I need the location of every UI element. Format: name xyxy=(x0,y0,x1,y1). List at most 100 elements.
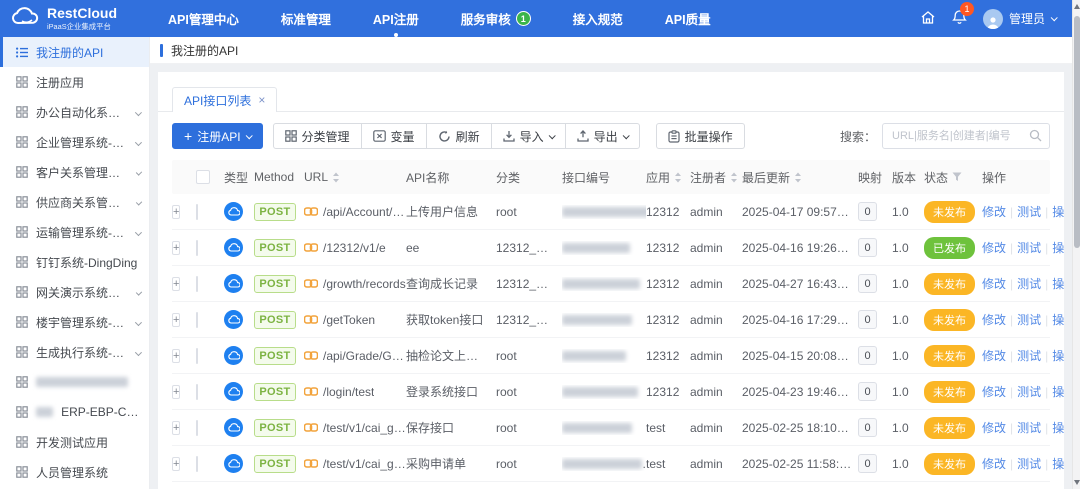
sidebar-item-12[interactable]: ERP-EBP-CRM xyxy=(0,397,149,427)
sidebar-item-6[interactable]: 运输管理系统-TMS xyxy=(0,217,149,247)
toolbar-button-6[interactable]: 批量操作 xyxy=(656,123,745,149)
more-actions-link[interactable]: 操作 xyxy=(1052,203,1064,220)
row-checkbox[interactable] xyxy=(196,276,198,292)
more-actions-link[interactable]: 操作 xyxy=(1052,419,1064,436)
edit-link[interactable]: 修改 xyxy=(982,455,1006,472)
search-input[interactable] xyxy=(882,123,1050,149)
column-header-7[interactable]: 注册者 xyxy=(690,169,742,186)
row-expand-button[interactable]: + xyxy=(172,205,180,219)
edit-link[interactable]: 修改 xyxy=(982,419,1006,436)
sort-icon[interactable] xyxy=(730,172,738,183)
test-link[interactable]: 测试 xyxy=(1017,419,1041,436)
row-url[interactable]: /api/Grade/GetSp… xyxy=(323,349,406,363)
nav-item-1[interactable]: 标准管理 xyxy=(281,9,331,28)
row-expand-button[interactable]: + xyxy=(172,385,180,399)
tab-api-list[interactable]: API接口列表 × xyxy=(172,87,277,112)
row-checkbox[interactable] xyxy=(196,312,198,328)
row-checkbox[interactable] xyxy=(196,240,198,256)
column-header-8[interactable]: 最后更新 xyxy=(742,169,858,186)
sidebar-item-11[interactable] xyxy=(0,367,149,397)
sidebar-item-2[interactable]: 办公自动化系统-OA xyxy=(0,97,149,127)
sidebar-item-10[interactable]: 生成执行系统-MES xyxy=(0,337,149,367)
sidebar-item-0[interactable]: 我注册的API xyxy=(0,37,149,67)
tab-close-icon[interactable]: × xyxy=(258,93,265,107)
nav-item-5[interactable]: API质量 xyxy=(665,9,711,28)
toolbar-button-4[interactable]: 导入 xyxy=(491,123,566,149)
more-actions-link[interactable]: 操作 xyxy=(1052,239,1064,256)
row-expand-button[interactable]: + xyxy=(172,421,180,435)
row-expand-button[interactable]: + xyxy=(172,349,180,363)
sidebar-item-14[interactable]: 人员管理系统 xyxy=(0,457,149,487)
row-checkbox[interactable] xyxy=(196,420,198,436)
more-actions-link[interactable]: 操作 xyxy=(1052,311,1064,328)
test-link[interactable]: 测试 xyxy=(1017,455,1041,472)
search-icon[interactable] xyxy=(1029,129,1042,145)
sidebar-item-8[interactable]: 网关演示系统（正常演… xyxy=(0,277,149,307)
test-link[interactable]: 测试 xyxy=(1017,239,1041,256)
sidebar-item-5[interactable]: 供应商关系管理-SRM xyxy=(0,187,149,217)
edit-link[interactable]: 修改 xyxy=(982,239,1006,256)
row-url[interactable]: /12312/v1/e xyxy=(323,241,386,255)
toolbar-button-0[interactable]: +注册API xyxy=(172,123,263,149)
nav-item-2[interactable]: API注册 xyxy=(373,9,419,28)
column-header-6[interactable]: 应用 xyxy=(646,169,690,186)
sidebar-item-9[interactable]: 楼宇管理系统-BMS xyxy=(0,307,149,337)
row-checkbox[interactable] xyxy=(196,348,198,364)
row-url[interactable]: /growth/records xyxy=(323,277,406,291)
sort-icon[interactable] xyxy=(794,172,802,183)
row-url[interactable]: /getToken xyxy=(323,313,375,327)
row-url[interactable]: /login/test xyxy=(323,385,374,399)
row-checkbox[interactable] xyxy=(196,204,198,220)
test-link[interactable]: 测试 xyxy=(1017,275,1041,292)
row-expand-button[interactable]: + xyxy=(172,241,180,255)
test-link[interactable]: 测试 xyxy=(1017,203,1041,220)
more-actions-link[interactable]: 操作 xyxy=(1052,275,1064,292)
edit-link[interactable]: 修改 xyxy=(982,311,1006,328)
sidebar-item-4[interactable]: 客户关系管理系统-CRM xyxy=(0,157,149,187)
test-link[interactable]: 测试 xyxy=(1017,311,1041,328)
row-checkbox[interactable] xyxy=(196,384,198,400)
row-checkbox[interactable] xyxy=(196,456,198,472)
sidebar-item-7[interactable]: 钉钉系统-DingDing xyxy=(0,247,149,277)
row-url[interactable]: /test/v1/cai_gou xyxy=(323,457,406,471)
column-header-11[interactable]: 状态 xyxy=(924,169,982,186)
page-scrollbar[interactable] xyxy=(1072,0,1080,489)
test-link[interactable]: 测试 xyxy=(1017,347,1041,364)
more-actions-link[interactable]: 操作 xyxy=(1052,347,1064,364)
edit-link[interactable]: 修改 xyxy=(982,383,1006,400)
edit-link[interactable]: 修改 xyxy=(982,203,1006,220)
redacted-value xyxy=(562,351,626,361)
sidebar-item-3[interactable]: 企业管理系统-ERP xyxy=(0,127,149,157)
row-version: 1.0 xyxy=(892,349,924,363)
edit-link[interactable]: 修改 xyxy=(982,347,1006,364)
select-all-checkbox[interactable] xyxy=(196,170,210,184)
scroll-thumb[interactable] xyxy=(1074,16,1080,248)
home-icon[interactable] xyxy=(920,10,936,28)
user-menu[interactable]: 管理员 xyxy=(983,9,1056,29)
row-expand-button[interactable]: + xyxy=(172,457,180,471)
filter-icon[interactable] xyxy=(952,172,962,182)
row-expand-button[interactable]: + xyxy=(172,313,180,327)
toolbar-button-2[interactable]: 变量 xyxy=(361,123,427,149)
sort-icon[interactable] xyxy=(674,172,682,183)
toolbar-button-5[interactable]: 导出 xyxy=(565,123,640,149)
toolbar-button-1[interactable]: 分类管理 xyxy=(273,123,362,149)
scroll-down-arrow[interactable] xyxy=(1074,480,1080,485)
nav-item-0[interactable]: API管理中心 xyxy=(168,9,239,28)
more-actions-link[interactable]: 操作 xyxy=(1052,455,1064,472)
sidebar-item-1[interactable]: 注册应用 xyxy=(0,67,149,97)
row-url[interactable]: /test/v1/cai_gou_s… xyxy=(323,421,406,435)
nav-item-3[interactable]: 服务审核1 xyxy=(461,9,531,28)
scroll-up-arrow[interactable] xyxy=(1074,4,1080,9)
edit-link[interactable]: 修改 xyxy=(982,275,1006,292)
sort-icon[interactable] xyxy=(332,172,340,183)
row-url[interactable]: /api/Account/Uplo… xyxy=(323,205,406,219)
nav-item-4[interactable]: 接入规范 xyxy=(573,9,623,28)
sidebar-item-13[interactable]: 开发测试应用 xyxy=(0,427,149,457)
column-header-2[interactable]: URL xyxy=(304,170,406,184)
row-expand-button[interactable]: + xyxy=(172,277,180,291)
more-actions-link[interactable]: 操作 xyxy=(1052,383,1064,400)
notifications-bell-icon[interactable]: 1 xyxy=(952,9,967,28)
test-link[interactable]: 测试 xyxy=(1017,383,1041,400)
toolbar-button-3[interactable]: 刷新 xyxy=(426,123,492,149)
